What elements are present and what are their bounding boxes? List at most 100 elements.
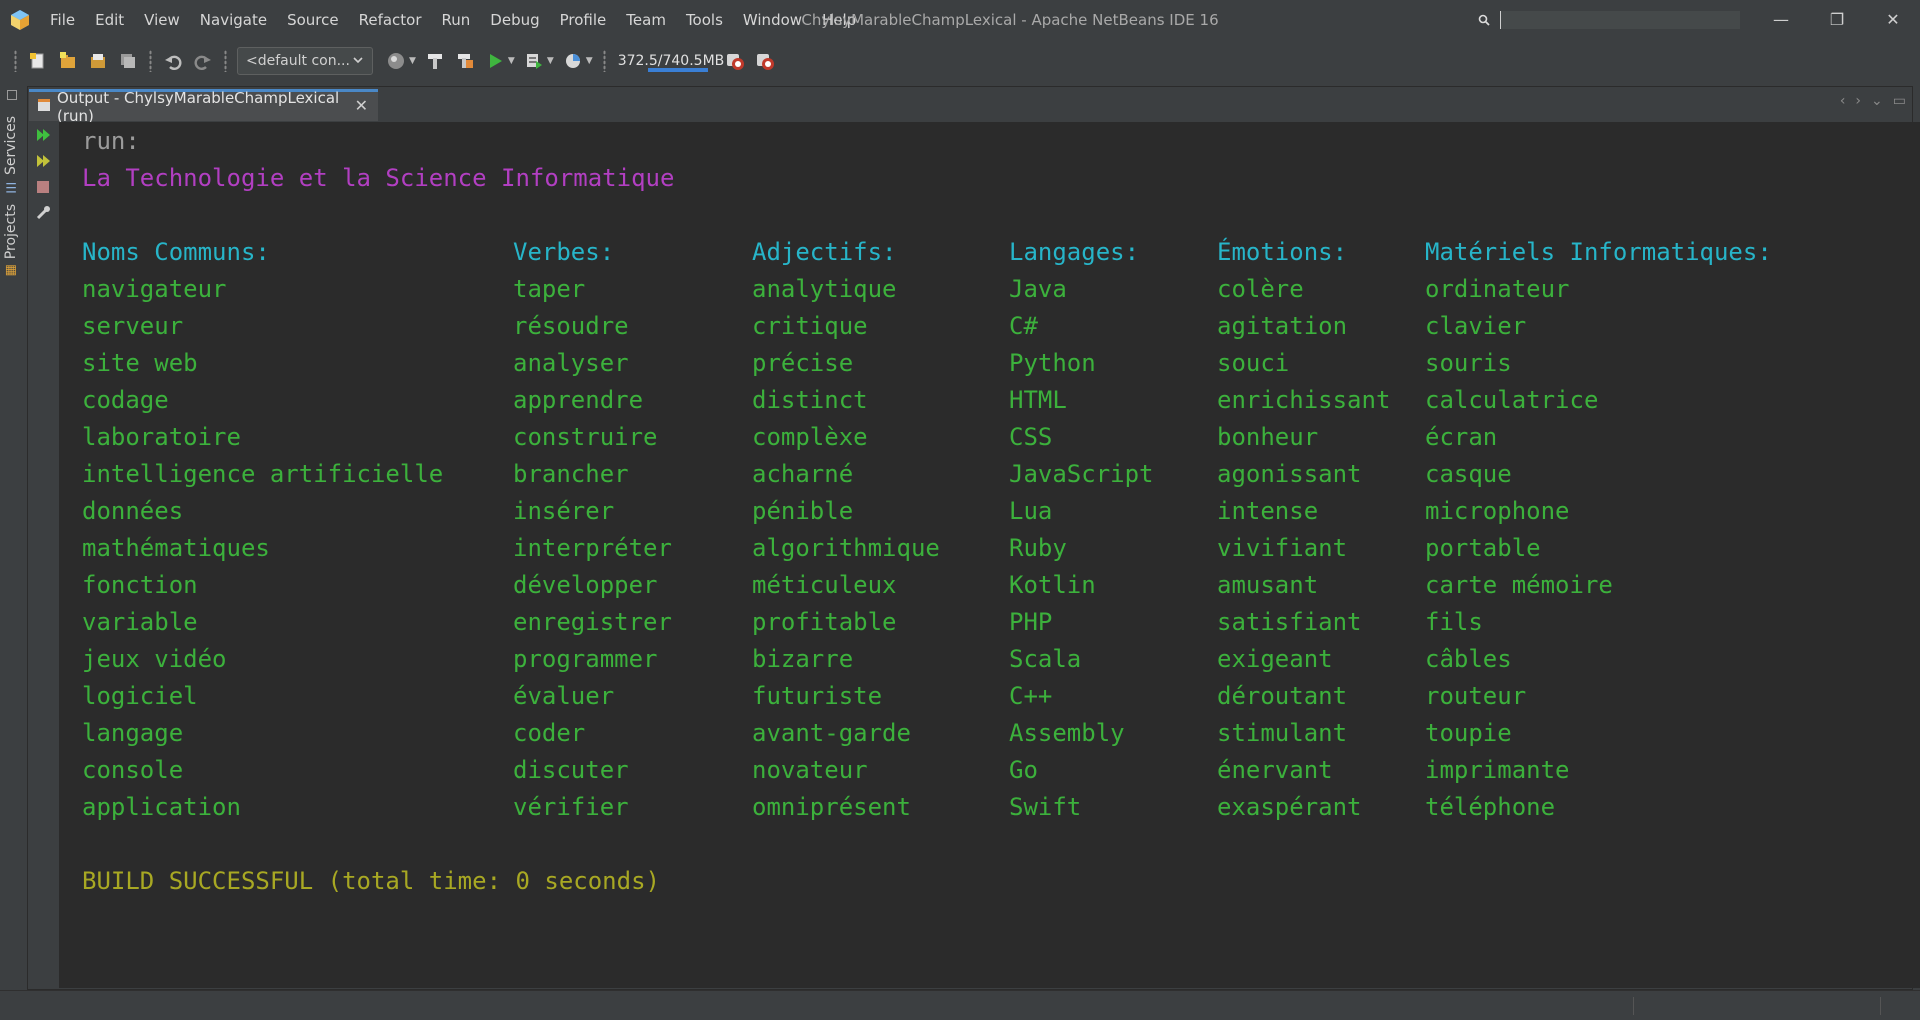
tools-icon[interactable]	[35, 205, 51, 221]
run-icon[interactable]	[480, 46, 510, 76]
table-row-cell: résoudre	[513, 312, 629, 340]
table-row-cell: routeur	[1425, 682, 1527, 710]
dropdown-caret-icon[interactable]: ▼	[586, 56, 593, 66]
output-tab-row: Output - ChylsyMarableChampLexical (run)…	[28, 87, 1912, 125]
rerun-with-options-icon[interactable]	[35, 153, 51, 169]
undo-icon[interactable]	[158, 46, 188, 76]
restore-group-icon[interactable]	[7, 90, 17, 100]
table-row-cell: jeux vidéo	[82, 645, 227, 673]
menu-run[interactable]: Run	[432, 0, 481, 40]
output-tab-label: Output - ChylsyMarableChampLexical (run)	[57, 88, 340, 125]
profile-icon[interactable]	[558, 46, 588, 76]
table-row: logiciel évaluer futuriste C++ déroutant rout…	[59, 678, 1920, 715]
toolbar-grip[interactable]	[14, 50, 17, 72]
table-row-cell: fils	[1425, 608, 1483, 636]
menu-file[interactable]: File	[40, 0, 85, 40]
table-row-cell: serveur	[82, 312, 184, 340]
table-row-cell: souci	[1217, 349, 1290, 377]
column-headers: Noms Communs: Verbes: Adjectifs: Langages: É…	[59, 234, 1920, 271]
save-all-icon[interactable]	[113, 46, 143, 76]
sidebar-tab-projects[interactable]: ▦ Projects	[3, 204, 19, 278]
table-row-cell: pénible	[752, 497, 854, 525]
chevron-left-icon[interactable]: ‹	[1840, 93, 1846, 109]
table-row-cell: Ruby	[1009, 534, 1067, 562]
table-row-cell: PHP	[1009, 608, 1053, 636]
column-headers-cell: Émotions:	[1217, 238, 1348, 266]
table-row: intelligence artificielle brancher acharné…	[59, 456, 1920, 493]
build-status: BUILD SUCCESSFUL (total time: 0 seconds)	[59, 863, 1920, 900]
table-row-cell: données	[82, 497, 184, 525]
table-row-cell: C#	[1009, 312, 1038, 340]
menu-source[interactable]: Source	[277, 0, 349, 40]
menu-tools[interactable]: Tools	[676, 0, 733, 40]
menu-team[interactable]: Team	[616, 0, 676, 40]
menu-debug[interactable]: Debug	[480, 0, 549, 40]
table-row-cell: fonction	[82, 571, 198, 599]
open-project-icon[interactable]	[83, 46, 113, 76]
dropdown-caret-icon[interactable]: ▼	[547, 56, 554, 66]
minimize-button[interactable]: —	[1754, 0, 1808, 38]
globe-icon[interactable]	[381, 46, 411, 76]
table-row-cell: stimulant	[1217, 719, 1348, 747]
table-row-cell: satisfiant	[1217, 608, 1362, 636]
menu-view[interactable]: View	[134, 0, 190, 40]
output-console[interactable]: run: La Technologie et la Science Informa…	[59, 122, 1920, 988]
table-row-cell: carte mémoire	[1425, 571, 1613, 599]
table-row-cell: console	[82, 756, 184, 784]
menu-navigate[interactable]: Navigate	[190, 0, 277, 40]
table-row: application vérifier omniprésent Swift exasp…	[59, 789, 1920, 826]
table-row: console discuter novateur Go énervant imprima…	[59, 752, 1920, 789]
new-file-icon[interactable]	[23, 46, 53, 76]
stop-icon[interactable]	[35, 179, 51, 195]
sidebar-tab-services[interactable]: ☰ Services	[3, 116, 19, 194]
maximize-icon[interactable]: ▭	[1893, 93, 1906, 109]
table-row-cell: microphone	[1425, 497, 1570, 525]
column-headers-cell: Langages:	[1009, 238, 1140, 266]
memory-usage-meter[interactable]: 372.5/740.5MB	[618, 46, 724, 76]
table-row-cell: agitation	[1217, 312, 1348, 340]
table-row-cell: méticuleux	[752, 571, 897, 599]
menu-profile[interactable]: Profile	[550, 0, 617, 40]
chevron-right-icon[interactable]: ›	[1855, 93, 1861, 109]
menu-bar: File Edit View Navigate Source Refactor Run Deb…	[40, 0, 866, 40]
program-title-text: La Technologie et la Science Informatiqu…	[82, 164, 675, 192]
table-row: serveur résoudre critique C# agitation clavie…	[59, 308, 1920, 345]
build-hammer-icon[interactable]	[420, 46, 450, 76]
debug-icon[interactable]	[519, 46, 549, 76]
table-row-cell: HTML	[1009, 386, 1067, 414]
table-row-cell: codage	[82, 386, 169, 414]
title-bar: File Edit View Navigate Source Refactor Run Deb…	[0, 0, 1920, 40]
table-row-cell: clavier	[1425, 312, 1527, 340]
gc-alt-icon[interactable]	[750, 46, 780, 76]
menu-refactor[interactable]: Refactor	[349, 0, 432, 40]
dropdown-caret-icon[interactable]: ▼	[409, 56, 416, 66]
menu-edit[interactable]: Edit	[85, 0, 134, 40]
table-row-cell: casque	[1425, 460, 1512, 488]
redo-icon[interactable]	[188, 46, 218, 76]
restore-button[interactable]: ❐	[1810, 0, 1864, 38]
menu-help[interactable]: Help	[812, 0, 866, 40]
table-row-cell: vivifiant	[1217, 534, 1348, 562]
table-row-cell: futuriste	[752, 682, 883, 710]
column-headers-cell: Matériels Informatiques:	[1425, 238, 1772, 266]
dropdown-caret-icon[interactable]: ▼	[508, 56, 515, 66]
column-headers-cell: Noms Communs:	[82, 238, 270, 266]
table-row-cell: toupie	[1425, 719, 1512, 747]
build-status-text: BUILD SUCCESSFUL (total time: 0 seconds)	[82, 867, 660, 895]
table-row-cell: discuter	[513, 756, 629, 784]
close-window-button[interactable]: ✕	[1866, 0, 1920, 38]
tab-output[interactable]: Output - ChylsyMarableChampLexical (run)…	[29, 89, 378, 125]
table-row-cell: portable	[1425, 534, 1541, 562]
new-project-icon[interactable]	[53, 46, 83, 76]
search-input[interactable]	[1500, 11, 1740, 29]
configuration-select[interactable]: <default con...	[237, 47, 373, 75]
close-tab-icon[interactable]: ✕	[355, 96, 368, 115]
chevron-down-icon[interactable]: ⌄	[1871, 93, 1883, 109]
table-row-cell: JavaScript	[1009, 460, 1154, 488]
table-row-cell: colère	[1217, 275, 1304, 303]
rerun-icon[interactable]	[35, 127, 51, 143]
menu-window[interactable]: Window	[733, 0, 812, 40]
clean-build-icon[interactable]	[450, 46, 480, 76]
